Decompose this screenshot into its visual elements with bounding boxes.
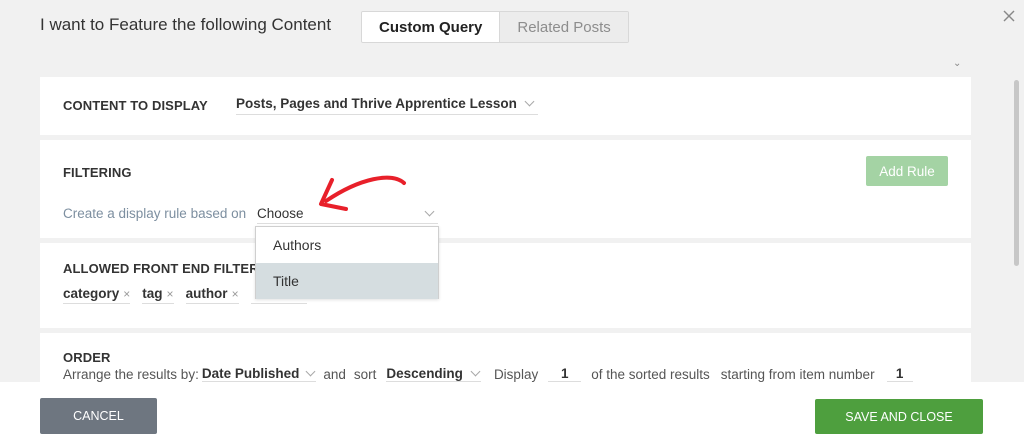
chevron-down-icon xyxy=(305,366,316,377)
and-text: and xyxy=(323,366,346,382)
sort-text: sort xyxy=(353,366,377,382)
modal-body: I want to Feature the following Content … xyxy=(0,0,1024,382)
rule-hint: Create a display rule based on xyxy=(63,206,247,221)
tag-author: author × xyxy=(185,286,239,304)
remove-icon[interactable]: × xyxy=(123,287,130,301)
content-card: CONTENT TO DISPLAY Posts, Pages and Thri… xyxy=(40,77,971,135)
chevron-down-icon xyxy=(424,206,435,217)
scrollbar[interactable] xyxy=(1014,80,1019,266)
tab-related-posts[interactable]: Related Posts xyxy=(499,12,628,42)
order-label: ORDER xyxy=(63,350,111,365)
modal-footer: CANCEL SAVE AND CLOSE xyxy=(0,382,1024,448)
annotation-arrow-icon xyxy=(319,175,406,211)
sort-select[interactable]: Descending xyxy=(386,366,481,382)
allowed-filters-label: ALLOWED FRONT END FILTERS xyxy=(63,261,268,276)
chevron-down-icon xyxy=(470,366,481,377)
content-type-value: Posts, Pages and Thrive Apprentice Lesso… xyxy=(236,96,517,111)
dropdown-option-title[interactable]: Title xyxy=(256,263,438,299)
display-text: Display xyxy=(493,366,539,382)
dropdown-option-authors[interactable]: Authors xyxy=(256,227,438,263)
allowed-filters-card: ALLOWED FRONT END FILTERS category × tag… xyxy=(40,243,971,328)
add-rule-button[interactable]: Add Rule xyxy=(866,156,948,186)
filtering-card: FILTERING Add Rule Create a display rule… xyxy=(40,140,971,238)
content-type-select[interactable]: Posts, Pages and Thrive Apprentice Lesso… xyxy=(236,96,538,115)
arrange-text: Arrange the results by: xyxy=(63,366,199,382)
remove-icon[interactable]: × xyxy=(167,287,174,301)
arrange-select[interactable]: Date Published xyxy=(201,366,317,382)
rule-dropdown-menu: Authors Title xyxy=(255,226,439,299)
save-and-close-button[interactable]: SAVE AND CLOSE xyxy=(815,399,983,434)
order-row: Arrange the results by: Date Published a… xyxy=(63,366,913,382)
display-count-input[interactable]: 1 xyxy=(548,366,582,382)
collapse-indicator: ⌄ xyxy=(953,58,962,69)
remove-icon[interactable]: × xyxy=(232,287,239,301)
chevron-down-icon xyxy=(524,96,535,107)
tab-custom-query[interactable]: Custom Query xyxy=(362,12,500,42)
filtering-label: FILTERING xyxy=(63,165,132,180)
tag-tag: tag × xyxy=(142,286,174,304)
cancel-button[interactable]: CANCEL xyxy=(40,398,157,434)
sorted-text: of the sorted results xyxy=(591,366,710,382)
close-icon[interactable] xyxy=(1001,8,1017,24)
tag-category: category × xyxy=(63,286,131,304)
starting-number-input[interactable]: 1 xyxy=(886,366,913,382)
rule-select-value: Choose xyxy=(257,206,304,221)
query-tabs: Custom Query Related Posts xyxy=(361,11,629,43)
modal-title: I want to Feature the following Content xyxy=(40,15,332,34)
order-card: ORDER Arrange the results by: Date Publi… xyxy=(40,333,971,382)
content-label: CONTENT TO DISPLAY xyxy=(63,98,208,113)
starting-text: starting from item number xyxy=(720,366,875,382)
